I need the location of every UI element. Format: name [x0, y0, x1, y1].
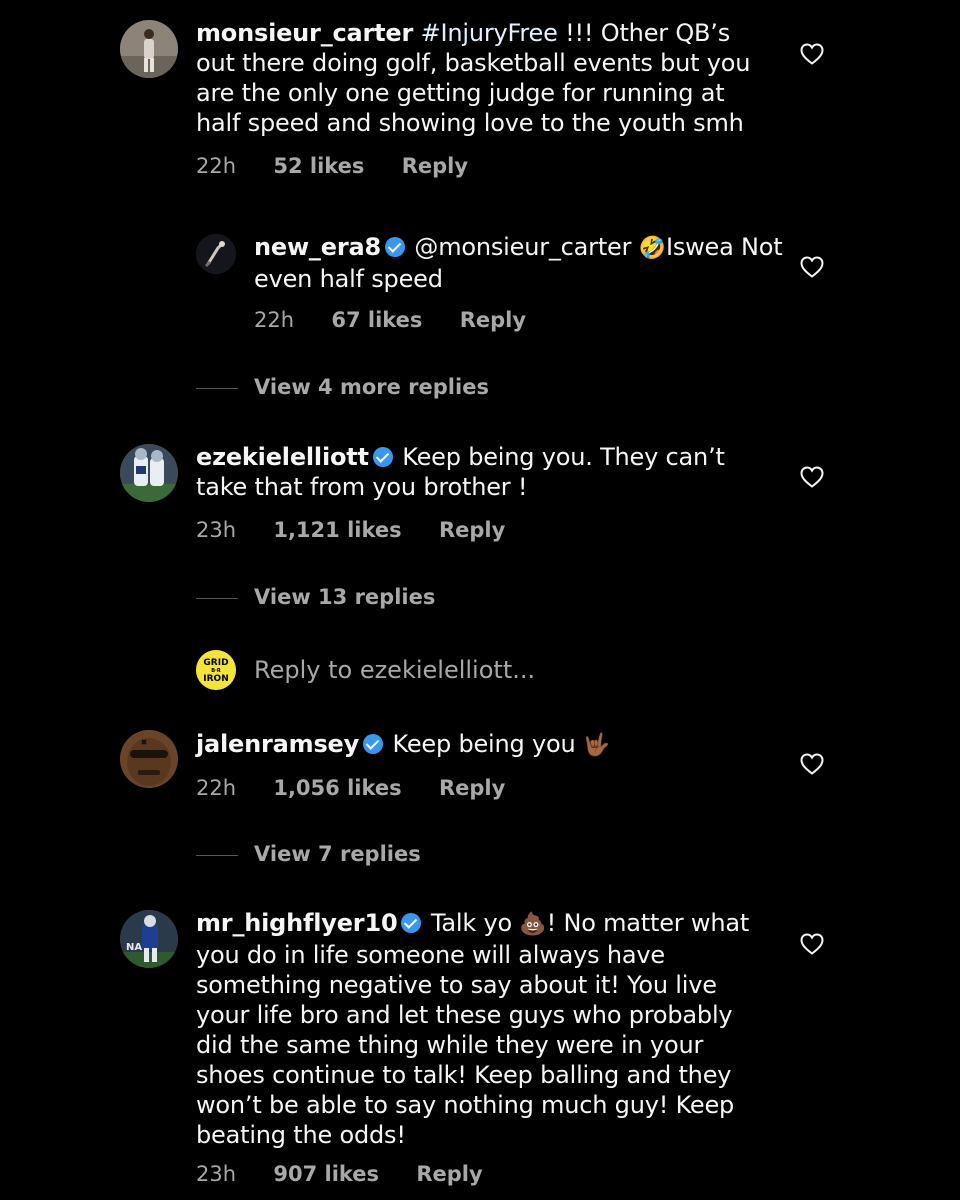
- avatar[interactable]: NA: [120, 910, 178, 968]
- avatar-image: [120, 444, 178, 502]
- comment-body-prefix: Talk yo: [430, 909, 512, 937]
- comment-username[interactable]: ezekielelliott: [196, 443, 369, 471]
- comment-username[interactable]: jalenramsey: [196, 730, 359, 758]
- comment-text: ezekielelliott Keep being you. They can’…: [196, 442, 756, 502]
- avatar-image: [120, 20, 178, 78]
- comment-text: jalenramsey Keep being you 🤟🏾: [196, 729, 756, 761]
- svg-text:NA: NA: [126, 942, 142, 953]
- heart-icon[interactable]: [800, 753, 824, 775]
- comment-time: 22h: [254, 308, 295, 332]
- divider-line: [196, 854, 238, 856]
- view-replies-label: View 4 more replies: [254, 375, 489, 399]
- like-count[interactable]: 1,056 likes: [273, 776, 401, 800]
- view-replies-button[interactable]: View 13 replies: [196, 585, 435, 609]
- comment-body: ! No matter what you do in life someone …: [196, 909, 750, 1149]
- gridiron-avatar: GRID B·R IRON: [196, 650, 236, 690]
- verified-badge-icon: [384, 237, 405, 257]
- avatar[interactable]: [120, 444, 178, 502]
- comment-time: 23h: [196, 1162, 237, 1186]
- svg-text:IRON: IRON: [203, 674, 228, 684]
- rock-hand-emoji: 🤟🏾: [582, 733, 611, 758]
- gridiron-logo-icon: GRID B·R IRON: [196, 650, 236, 690]
- comment-meta: 22h 67 likes Reply: [254, 308, 556, 332]
- like-count[interactable]: 67 likes: [331, 308, 422, 332]
- verified-badge-icon: [401, 913, 422, 933]
- comment-time: 22h: [196, 776, 237, 800]
- reply-button[interactable]: Reply: [439, 776, 505, 800]
- heart-icon[interactable]: [800, 933, 824, 955]
- reply-input[interactable]: Reply to ezekielelliott...: [254, 656, 565, 684]
- view-more-replies-button[interactable]: View 4 more replies: [196, 375, 489, 399]
- mention-link[interactable]: @monsieur_carter: [414, 233, 631, 261]
- comment-meta: 23h 1,121 likes Reply: [196, 518, 535, 542]
- like-count[interactable]: 52 likes: [273, 154, 364, 178]
- poop-emoji: 💩: [519, 912, 547, 937]
- comment-body: Keep being you: [392, 730, 576, 758]
- view-replies-button[interactable]: View 7 replies: [196, 842, 421, 866]
- avatar[interactable]: [120, 730, 178, 788]
- avatar-image: NA: [120, 910, 178, 968]
- reply-button[interactable]: Reply: [460, 308, 526, 332]
- comment-time: 23h: [196, 518, 237, 542]
- verified-badge-icon: [363, 734, 384, 754]
- comment-meta: 22h 1,056 likes Reply: [196, 776, 535, 800]
- svg-text:GRID: GRID: [203, 658, 228, 668]
- avatar-image: [120, 730, 178, 788]
- divider-line: [196, 387, 238, 389]
- hashtag-link[interactable]: #InjuryFree: [421, 19, 558, 47]
- heart-icon[interactable]: [800, 466, 824, 488]
- like-count[interactable]: 907 likes: [273, 1162, 379, 1186]
- comment-meta: 23h 907 likes Reply: [196, 1162, 513, 1186]
- heart-icon[interactable]: [800, 256, 824, 278]
- avatar[interactable]: [196, 234, 236, 274]
- comment-username[interactable]: new_era8: [254, 233, 381, 261]
- reply-input-placeholder: Reply to ezekielelliott...: [254, 656, 536, 684]
- view-replies-label: View 13 replies: [254, 585, 436, 609]
- view-replies-label: View 7 replies: [254, 842, 421, 866]
- heart-icon[interactable]: [800, 43, 824, 65]
- comment-meta: 22h 52 likes Reply: [196, 154, 498, 178]
- comment-text: monsieur_carter #InjuryFree !!! Other QB…: [196, 18, 776, 138]
- comment-username[interactable]: mr_highflyer10: [196, 909, 398, 937]
- reply-button[interactable]: Reply: [402, 154, 468, 178]
- avatar-image: [196, 234, 236, 274]
- verified-badge-icon: [372, 447, 393, 467]
- reply-button[interactable]: Reply: [416, 1162, 482, 1186]
- reply-button[interactable]: Reply: [439, 518, 505, 542]
- comment-text: mr_highflyer10 Talk yo 💩! No matter what…: [196, 908, 771, 1150]
- divider-line: [196, 597, 238, 599]
- comment-username[interactable]: monsieur_carter: [196, 19, 413, 47]
- avatar[interactable]: [120, 20, 178, 78]
- like-count[interactable]: 1,121 likes: [273, 518, 401, 542]
- comment-time: 22h: [196, 154, 237, 178]
- rofl-emoji: 🤣: [638, 236, 666, 261]
- reply-text: new_era8 @monsieur_carter 🤣Iswea Not eve…: [254, 232, 784, 294]
